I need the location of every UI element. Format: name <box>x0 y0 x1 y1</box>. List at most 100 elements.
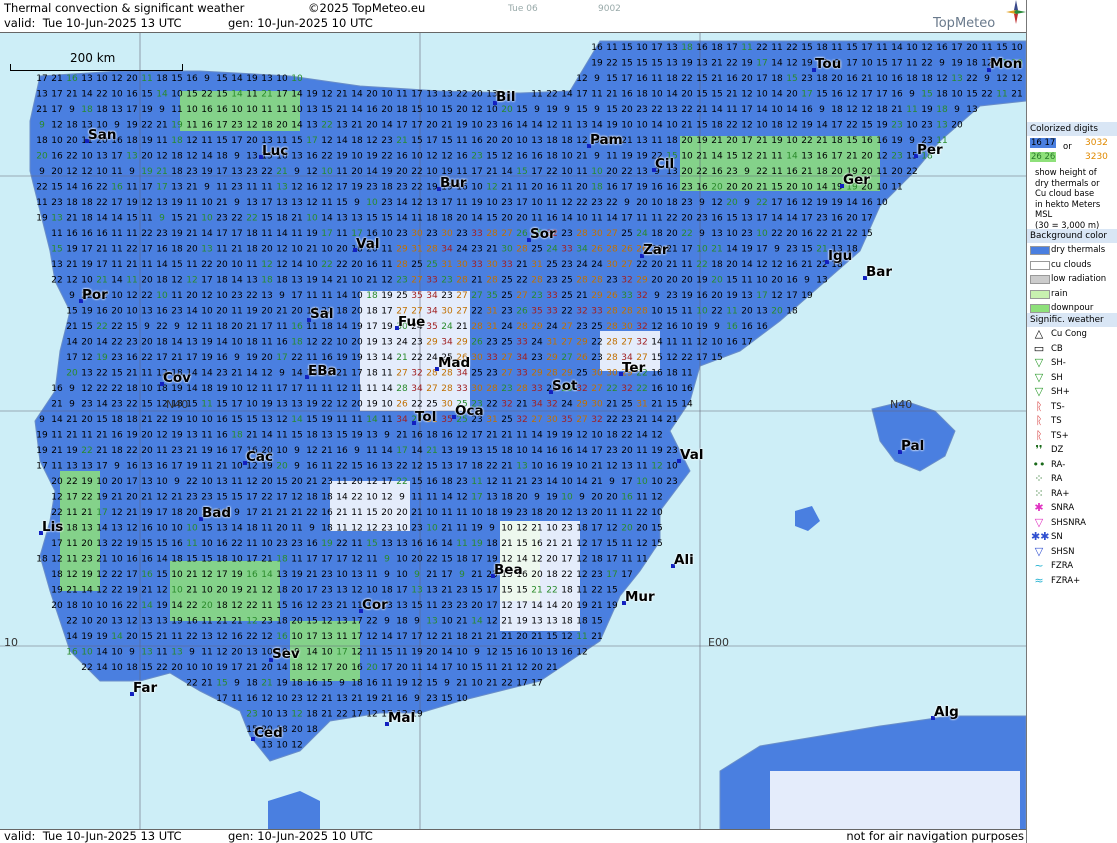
svg-text:18: 18 <box>441 214 453 224</box>
svg-text:21: 21 <box>546 663 557 673</box>
svg-text:15: 15 <box>591 617 602 627</box>
city-label[interactable]: Por <box>82 287 108 303</box>
svg-text:10: 10 <box>786 136 798 146</box>
city-label[interactable]: Pam <box>590 132 623 148</box>
city-label[interactable]: Bur <box>440 175 467 191</box>
svg-text:21: 21 <box>471 632 482 642</box>
svg-text:13: 13 <box>141 462 152 472</box>
city-label[interactable]: San <box>88 127 116 143</box>
svg-text:11: 11 <box>411 663 422 673</box>
city-label[interactable]: Bea <box>494 562 523 578</box>
city-label[interactable]: Ali <box>674 552 694 568</box>
city-label[interactable]: Ger <box>843 172 870 188</box>
svg-text:28: 28 <box>426 245 438 255</box>
svg-text:29: 29 <box>531 369 543 379</box>
svg-text:27: 27 <box>606 229 617 239</box>
city-label[interactable]: Oca <box>455 403 484 419</box>
city-label[interactable]: Bad <box>202 505 231 521</box>
svg-text:32: 32 <box>636 338 647 348</box>
svg-text:18: 18 <box>261 121 273 131</box>
city-label[interactable]: Sor <box>530 226 556 242</box>
svg-text:20: 20 <box>396 663 408 673</box>
city-label[interactable]: Cov <box>163 370 191 386</box>
city-label[interactable]: Luc <box>262 143 288 159</box>
svg-text:14: 14 <box>261 570 273 580</box>
svg-text:19: 19 <box>381 167 393 177</box>
svg-text:15: 15 <box>546 632 557 642</box>
city-label[interactable]: Pal <box>901 438 924 454</box>
city-label[interactable]: Sal <box>310 306 333 322</box>
city-label[interactable]: Val <box>356 236 379 252</box>
svg-text:21: 21 <box>336 601 347 611</box>
svg-text:22: 22 <box>396 462 407 472</box>
svg-text:11: 11 <box>366 555 377 565</box>
svg-text:10: 10 <box>501 524 513 534</box>
city-label[interactable]: Cac <box>246 449 273 465</box>
svg-text:21: 21 <box>516 477 527 487</box>
svg-text:15: 15 <box>861 121 872 131</box>
city-label[interactable]: Fue <box>398 314 425 330</box>
svg-text:18: 18 <box>936 90 948 100</box>
topmeteo-logo[interactable]: TopMeteo <box>930 0 1026 32</box>
svg-text:12: 12 <box>366 477 377 487</box>
legend-bg-label: low radiation <box>1051 274 1107 284</box>
svg-text:18: 18 <box>711 43 723 53</box>
city-label[interactable]: Tou <box>815 56 841 72</box>
svg-text:14: 14 <box>291 260 303 270</box>
svg-text:19: 19 <box>606 121 618 131</box>
svg-text:21: 21 <box>711 59 722 69</box>
city-label[interactable]: Far <box>133 680 157 696</box>
city-label[interactable]: Lis <box>42 519 63 535</box>
svg-text:12: 12 <box>291 183 302 193</box>
svg-text:20: 20 <box>546 555 558 565</box>
svg-text:14: 14 <box>381 121 393 131</box>
svg-text:30: 30 <box>591 369 603 379</box>
city-label[interactable]: Igu <box>828 248 852 264</box>
city-label[interactable]: Val <box>680 447 703 463</box>
svg-text:12: 12 <box>576 648 587 658</box>
city-label[interactable]: Ter <box>622 360 645 376</box>
city-label[interactable]: Sev <box>272 646 300 662</box>
svg-text:19: 19 <box>201 338 213 348</box>
svg-text:25: 25 <box>576 369 587 379</box>
svg-text:23: 23 <box>786 245 797 255</box>
city-label[interactable]: EBa <box>308 363 337 379</box>
svg-text:22: 22 <box>411 183 422 193</box>
svg-text:19: 19 <box>351 431 363 441</box>
svg-text:26: 26 <box>606 291 618 301</box>
svg-text:23: 23 <box>591 353 602 363</box>
city-label[interactable]: Cor <box>362 597 388 613</box>
city-label[interactable]: Sot <box>552 378 577 394</box>
city-label[interactable]: Ced <box>254 725 283 741</box>
weather-map[interactable]: 16 11 15 10 17 13 18 16 18 17 11 22 11 22 15 18 11 15 17 11… <box>0 32 1026 829</box>
city-label[interactable]: Bar <box>866 264 892 280</box>
svg-text:9: 9 <box>294 446 300 456</box>
svg-text:21: 21 <box>336 90 347 100</box>
city-label[interactable]: Alg <box>934 704 959 720</box>
city-label[interactable]: Mon <box>990 56 1022 72</box>
svg-text:23: 23 <box>441 291 452 301</box>
svg-text:9: 9 <box>594 105 600 115</box>
svg-text:21: 21 <box>96 245 107 255</box>
svg-text:21: 21 <box>801 167 812 177</box>
svg-text:13: 13 <box>141 617 152 627</box>
city-label[interactable]: Mal <box>388 710 415 726</box>
city-label[interactable]: Tol <box>415 409 436 425</box>
city-label[interactable]: Per <box>917 142 943 158</box>
svg-text:16: 16 <box>681 384 693 394</box>
city-label[interactable]: Mur <box>625 589 655 605</box>
svg-text:20: 20 <box>456 105 468 115</box>
svg-text:16: 16 <box>141 524 153 534</box>
svg-text:28: 28 <box>606 322 618 332</box>
city-label[interactable]: Mad <box>438 355 470 371</box>
city-label[interactable]: Cil <box>655 156 674 172</box>
city-label[interactable]: Bil <box>496 89 516 105</box>
svg-text:19: 19 <box>126 198 138 208</box>
city-label[interactable]: Zar <box>643 242 669 258</box>
svg-text:16: 16 <box>366 462 378 472</box>
svg-text:19: 19 <box>126 539 138 549</box>
svg-text:20: 20 <box>411 555 423 565</box>
svg-text:13: 13 <box>741 291 752 301</box>
svg-text:23: 23 <box>126 338 137 348</box>
svg-text:20: 20 <box>291 477 303 487</box>
